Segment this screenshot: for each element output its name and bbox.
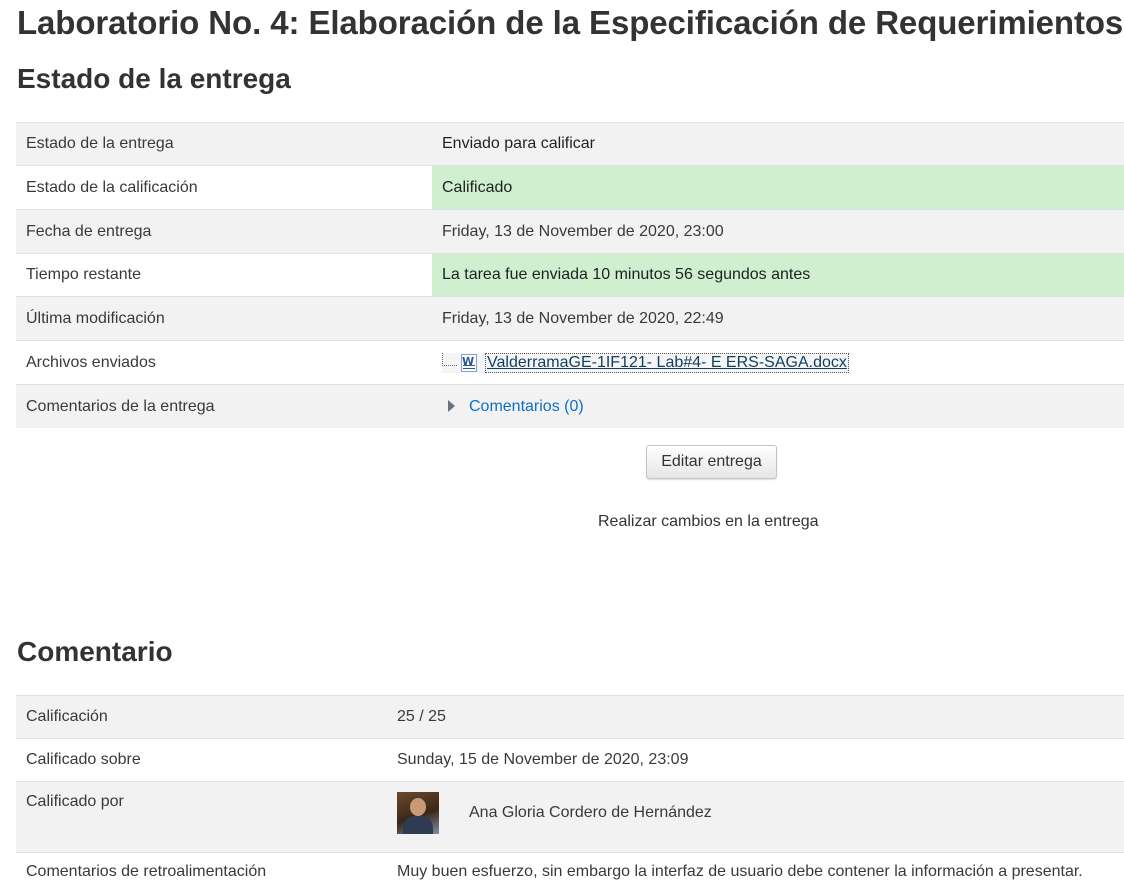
table-row: Archivos enviados W ValderramaGE-1IF121-… <box>16 341 1124 385</box>
feedback-comments-value: Muy buen esfuerzo, sin embargo la interf… <box>387 853 1124 891</box>
submission-status-table: Estado de la entrega Enviado para califi… <box>16 122 1124 428</box>
row-label: Calificado por <box>16 782 387 853</box>
grade-value: 25 / 25 <box>387 696 1124 739</box>
graded-on-value: Sunday, 15 de November de 2020, 23:09 <box>387 739 1124 782</box>
word-document-icon: W <box>461 354 477 372</box>
row-label: Tiempo restante <box>16 254 432 297</box>
table-row: Tiempo restante La tarea fue enviada 10 … <box>16 254 1124 297</box>
row-label: Comentarios de retroalimentación <box>16 853 387 891</box>
row-label: Estado de la calificación <box>16 166 432 210</box>
grading-status-value: Calificado <box>432 166 1124 210</box>
row-label: Última modificación <box>16 297 432 341</box>
comments-link[interactable]: Comentarios (0) <box>469 398 584 415</box>
row-label: Calificado sobre <box>16 739 387 782</box>
submitted-files-cell: W ValderramaGE-1IF121- Lab#4- E ERS-SAGA… <box>432 341 1124 385</box>
table-row: Comentarios de la entrega Comentarios (0… <box>16 385 1124 429</box>
row-label: Calificación <box>16 696 387 739</box>
avatar <box>397 792 439 834</box>
last-modified-value: Friday, 13 de November de 2020, 22:49 <box>432 297 1124 341</box>
feedback-heading: Comentario <box>17 636 173 668</box>
table-row: Estado de la entrega Enviado para califi… <box>16 123 1124 166</box>
graded-by-cell: Ana Gloria Cordero de Hernández <box>387 782 1124 853</box>
grader-name: Ana Gloria Cordero de Hernández <box>469 804 712 822</box>
file-item: W ValderramaGE-1IF121- Lab#4- E ERS-SAGA… <box>442 353 849 373</box>
table-row: Última modificación Friday, 13 de Novemb… <box>16 297 1124 341</box>
edit-submission-help-text: Realizar cambios en la entrega <box>598 513 819 531</box>
submission-status-heading: Estado de la entrega <box>17 63 291 95</box>
expand-triangle-icon[interactable] <box>448 400 455 412</box>
table-row: Calificación 25 / 25 <box>16 696 1124 739</box>
table-row: Calificado por Ana Gloria Cordero de Her… <box>16 782 1124 853</box>
grader: Ana Gloria Cordero de Hernández <box>397 792 1114 834</box>
table-row: Estado de la calificación Calificado <box>16 166 1124 210</box>
feedback-table: Calificación 25 / 25 Calificado sobre Su… <box>16 695 1124 891</box>
table-row: Calificado sobre Sunday, 15 de November … <box>16 739 1124 782</box>
table-row: Comentarios de retroalimentación Muy bue… <box>16 853 1124 891</box>
page-title: Laboratorio No. 4: Elaboración de la Esp… <box>17 4 1124 42</box>
row-label: Estado de la entrega <box>16 123 432 166</box>
time-remaining-value: La tarea fue enviada 10 minutos 56 segun… <box>432 254 1124 297</box>
submission-status-value: Enviado para calificar <box>432 123 1124 166</box>
row-label: Fecha de entrega <box>16 210 432 254</box>
due-date-value: Friday, 13 de November de 2020, 23:00 <box>432 210 1124 254</box>
row-label: Archivos enviados <box>16 341 432 385</box>
tree-connector <box>442 353 457 366</box>
table-row: Fecha de entrega Friday, 13 de November … <box>16 210 1124 254</box>
submitted-file-link[interactable]: ValderramaGE-1IF121- Lab#4- E ERS-SAGA.d… <box>485 353 849 373</box>
edit-submission-button[interactable]: Editar entrega <box>646 445 777 479</box>
row-label: Comentarios de la entrega <box>16 385 432 429</box>
submission-comments-cell: Comentarios (0) <box>432 385 1124 429</box>
